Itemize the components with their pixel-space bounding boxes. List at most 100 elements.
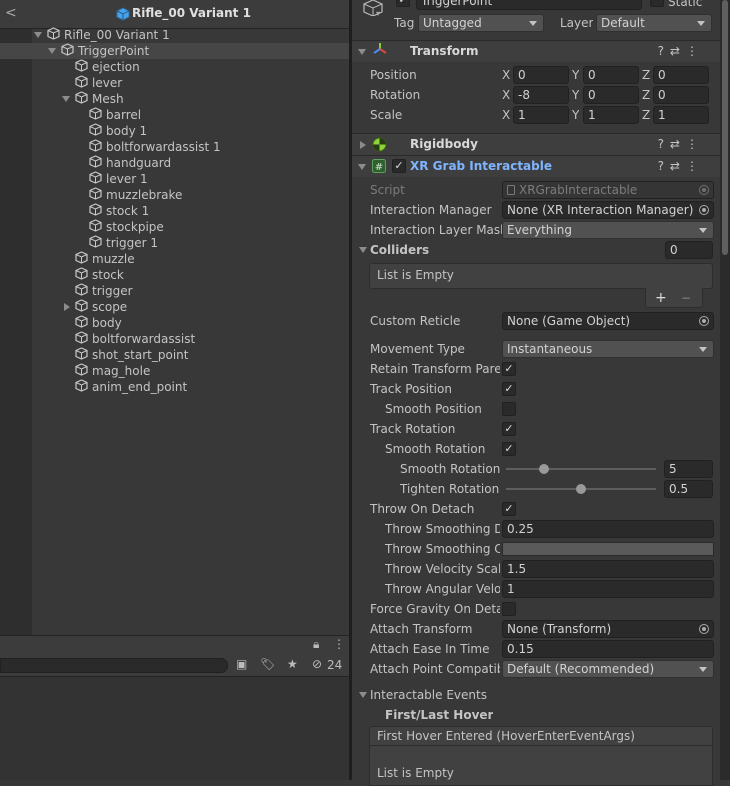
throw-smoothing-duration-field[interactable]: 0.25 — [502, 520, 714, 538]
position-x-axis-label[interactable]: X — [502, 66, 510, 84]
favorites-icon[interactable]: ★ — [287, 657, 298, 671]
interaction-manager-field[interactable]: None (XR Interaction Manager) — [502, 201, 714, 219]
expanded-arrow-icon[interactable] — [48, 48, 56, 54]
tree-item[interactable]: boltforwardassist 1 — [89, 139, 340, 155]
colliders-count-field[interactable]: 0 — [665, 241, 713, 259]
throw-angular-velocity-scale-field[interactable]: 1 — [502, 580, 714, 598]
back-button[interactable]: < — [5, 5, 17, 21]
static-checkbox[interactable] — [650, 0, 664, 7]
smooth-rotation-amount-slider-thumb[interactable] — [538, 464, 549, 474]
active-checkbox[interactable]: ✓ — [396, 0, 410, 7]
scrollbar-thumb[interactable] — [722, 0, 728, 255]
position-y-axis-label[interactable]: Y — [572, 66, 579, 84]
tree-item[interactable]: trigger — [75, 283, 340, 299]
tree-item[interactable]: shot_start_point — [75, 347, 340, 363]
object-picker-icon[interactable] — [699, 624, 709, 634]
tighten-rotation-slider-thumb[interactable] — [576, 484, 586, 494]
throw-velocity-scale-field[interactable]: 1.5 — [502, 560, 714, 578]
enabled-checkbox[interactable]: ✓ — [392, 159, 406, 173]
tree-item[interactable]: body — [75, 315, 340, 331]
component-header-icons[interactable]: ?⇄⋮ — [658, 156, 704, 177]
attach-point-compatibility-dropdown[interactable]: Default (Recommended) — [502, 660, 714, 678]
colliders-foldout-arrow-icon[interactable] — [359, 247, 367, 253]
tree-item[interactable]: barrel — [89, 107, 340, 123]
throw-on-detach-checkbox[interactable]: ✓ — [502, 502, 516, 516]
scale-y-field[interactable]: 1 — [583, 106, 639, 124]
tree-item[interactable]: lever 1 — [89, 171, 340, 187]
smooth-position-checkbox[interactable] — [502, 402, 516, 416]
movement-type-dropdown[interactable]: Instantaneous — [502, 340, 714, 358]
rotation-x-axis-label[interactable]: X — [502, 86, 510, 104]
add-element-button[interactable]: + — [655, 289, 667, 307]
position-x-field[interactable]: 0 — [513, 66, 569, 84]
expanded-arrow-icon[interactable] — [34, 32, 42, 38]
lock-icon[interactable]: 🔒︎ — [313, 637, 319, 652]
force-gravity-on-detach-checkbox[interactable] — [502, 602, 516, 616]
scale-z-field[interactable]: 1 — [653, 106, 709, 124]
tree-item[interactable]: trigger 1 — [89, 235, 340, 251]
scale-y-axis-label[interactable]: Y — [572, 106, 579, 124]
scale-x-field[interactable]: 1 — [513, 106, 569, 124]
retain-transform-parent-checkbox[interactable]: ✓ — [502, 362, 516, 376]
smooth-rotation-checkbox[interactable]: ✓ — [502, 442, 516, 456]
filter-by-label-icon[interactable]: 🏷︎ — [260, 657, 275, 671]
scale-x-axis-label[interactable]: X — [502, 106, 510, 124]
tree-item[interactable]: handguard — [89, 155, 340, 171]
tree-item-scope[interactable]: scope — [64, 299, 340, 315]
tree-item-selected[interactable]: TriggerPoint — [48, 43, 340, 59]
tree-item[interactable]: anim_end_point — [75, 379, 340, 395]
collapsed-arrow-icon[interactable] — [64, 303, 70, 311]
filter-by-type-icon[interactable]: ▣ — [236, 657, 247, 671]
tree-item[interactable]: ejection — [75, 59, 340, 75]
foldout-arrow-icon[interactable] — [358, 164, 366, 170]
hidden-packages-icon[interactable]: ⊘ — [312, 657, 322, 671]
more-menu-icon[interactable]: ⋮ — [333, 637, 345, 651]
rotation-y-axis-label[interactable]: Y — [572, 86, 579, 104]
foldout-arrow-icon[interactable] — [358, 49, 366, 55]
tree-item[interactable]: muzzlebrake — [89, 187, 340, 203]
expanded-arrow-icon[interactable] — [62, 96, 70, 102]
track-position-checkbox[interactable]: ✓ — [502, 382, 516, 396]
tree-item[interactable]: lever — [75, 75, 340, 91]
rotation-z-axis-label[interactable]: Z — [642, 86, 650, 104]
custom-reticle-field[interactable]: None (Game Object) — [502, 312, 714, 330]
object-name-field[interactable]: TriggerPoint — [416, 0, 642, 10]
position-y-field[interactable]: 0 — [583, 66, 639, 84]
position-z-field[interactable]: 0 — [653, 66, 709, 84]
tree-item[interactable]: stock — [75, 267, 340, 283]
object-picker-icon[interactable] — [699, 185, 709, 195]
search-input[interactable] — [0, 658, 228, 673]
tree-item[interactable]: body 1 — [89, 123, 340, 139]
tree-item[interactable]: muzzle — [75, 251, 340, 267]
interaction-layer-mask-dropdown[interactable]: Everything — [502, 221, 714, 239]
tree-item[interactable]: stockpipe — [89, 219, 340, 235]
position-z-axis-label[interactable]: Z — [642, 66, 650, 84]
tree-item-mesh[interactable]: Mesh — [62, 91, 340, 107]
script-field[interactable]: XRGrabInteractable — [502, 181, 714, 199]
object-picker-icon[interactable] — [699, 316, 709, 326]
smooth-rotation-amount-value-field[interactable]: 5 — [664, 460, 713, 478]
layer-dropdown[interactable]: Default — [596, 14, 712, 32]
events-foldout-arrow-icon[interactable] — [359, 692, 367, 698]
component-header-icons[interactable]: ?⇄⋮ — [658, 134, 704, 155]
rotation-z-field[interactable]: 0 — [653, 86, 709, 104]
throw-smoothing-curve-field[interactable] — [502, 542, 714, 556]
foldout-arrow-icon[interactable] — [360, 141, 366, 149]
rigidbody-header[interactable]: Rigidbody ?⇄⋮ — [352, 133, 722, 155]
tree-item[interactable]: mag_hole — [75, 363, 340, 379]
attach-transform-field[interactable]: None (Transform) — [502, 620, 714, 638]
remove-element-button[interactable]: − — [681, 289, 691, 307]
track-rotation-checkbox[interactable]: ✓ — [502, 422, 516, 436]
xr-grab-interactable-header[interactable]: # ✓ XR Grab Interactable ?⇄⋮ — [352, 155, 722, 177]
tag-dropdown[interactable]: Untagged — [418, 14, 544, 32]
tree-item-root[interactable]: Rifle_00 Variant 1 — [34, 27, 340, 43]
scale-z-axis-label[interactable]: Z — [642, 106, 650, 124]
tree-item[interactable]: stock 1 — [89, 203, 340, 219]
rotation-x-field[interactable]: -8 — [513, 86, 569, 104]
tree-item[interactable]: boltforwardassist — [75, 331, 340, 347]
rotation-y-field[interactable]: 0 — [583, 86, 639, 104]
attach-ease-in-time-field[interactable]: 0.15 — [502, 640, 714, 658]
smooth-rotation-amount-slider-track[interactable] — [506, 468, 656, 470]
icon-dropdown-arrow[interactable]: ▾ — [376, 9, 380, 18]
tighten-rotation-value-field[interactable]: 0.5 — [664, 480, 713, 498]
